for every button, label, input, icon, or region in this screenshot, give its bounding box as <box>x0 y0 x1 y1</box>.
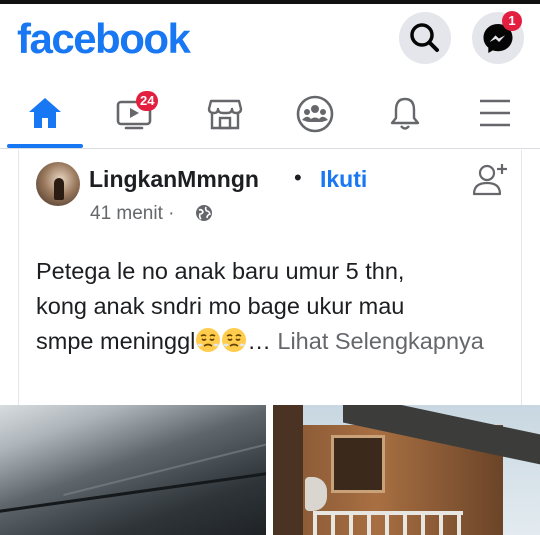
post-time[interactable]: 41 menit · <box>90 203 174 225</box>
globe-icon <box>196 205 212 221</box>
post-text-line-2: kong anak sndri mo bage ukur mau <box>36 293 405 319</box>
tab-menu[interactable] <box>462 80 528 148</box>
see-more-link[interactable]: Lihat Selengkapnya <box>277 328 483 354</box>
follow-link[interactable]: Ikuti <box>320 166 367 193</box>
app-header: facebook <box>0 4 540 74</box>
tab-bar <box>0 80 540 148</box>
ellipsis: … <box>247 328 271 354</box>
marketplace-icon <box>207 99 243 130</box>
header-divider <box>0 148 540 149</box>
author-avatar[interactable] <box>36 162 80 206</box>
post-text-line-3: smpe meninggl <box>36 328 196 354</box>
post-photo-1[interactable] <box>0 405 266 535</box>
home-icon <box>29 98 61 128</box>
steam-nose-emoji-icon <box>222 328 247 352</box>
video-badge: 24 <box>136 91 159 111</box>
groups-icon <box>296 95 334 133</box>
messenger-badge: 1 <box>502 11 522 31</box>
post-text: Petega le no anak baru umur 5 thn, kong … <box>36 254 506 359</box>
post-text-line-1: Petega le no anak baru umur 5 thn, <box>36 258 405 284</box>
tab-home[interactable] <box>12 80 78 148</box>
search-button[interactable] <box>399 12 451 64</box>
add-friend-icon[interactable] <box>470 160 510 200</box>
facebook-logo[interactable]: facebook <box>17 15 191 63</box>
post-photo-2[interactable] <box>273 405 540 535</box>
hamburger-menu-icon <box>480 99 510 127</box>
separator-dot: • <box>294 165 302 190</box>
tab-notifications[interactable] <box>372 80 438 148</box>
post-author-name[interactable]: LingkanMmngn <box>89 166 259 193</box>
bell-icon <box>390 97 420 130</box>
tab-video[interactable] <box>102 80 168 148</box>
search-icon <box>410 23 439 52</box>
tab-groups[interactable] <box>282 80 348 148</box>
tab-marketplace[interactable] <box>192 80 258 148</box>
photo-gap <box>266 405 273 535</box>
steam-nose-emoji-icon <box>196 328 221 352</box>
